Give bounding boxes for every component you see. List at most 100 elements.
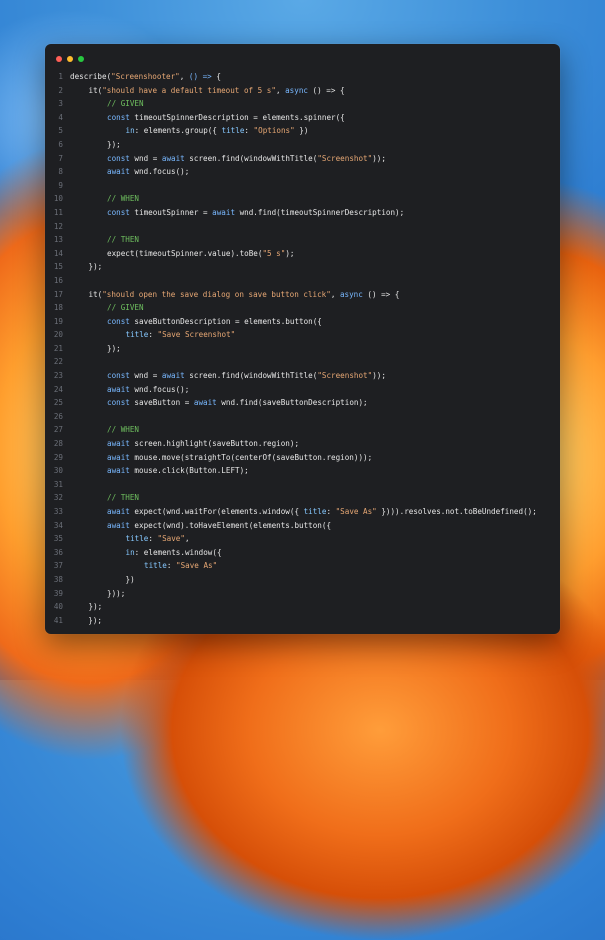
code-token: // WHEN (107, 194, 140, 204)
code-token: : (244, 126, 254, 136)
title-bar (45, 44, 560, 72)
code-token: await (107, 384, 130, 394)
code-token: it( (88, 289, 103, 299)
line-source: await expect(wnd).toHaveElement(elements… (107, 519, 331, 533)
line-number: 1 (58, 72, 63, 81)
line-source: await wnd.focus(); (107, 165, 189, 179)
line-number: 30 (53, 466, 63, 476)
code-line: 28 await screen.highlight(saveButton.regi… (45, 437, 560, 451)
code-token: wnd = (129, 153, 162, 163)
code-token: }); (70, 615, 103, 625)
code-line: 37 title: "Save As" (45, 559, 560, 573)
code-token: await (212, 207, 236, 217)
code-line: 15}); (45, 260, 560, 274)
line-source: // GIVEN (107, 97, 144, 111)
code-token: "Save As" (335, 507, 377, 516)
code-token: screen.find(windowWithTitle( (184, 371, 318, 381)
line-number: 18 (53, 303, 63, 313)
code-token: }))).resolves.not.toBeUndefined(); (376, 507, 537, 516)
code-line: 40}); (45, 600, 560, 614)
code-line: 14 expect(timeoutSpinner.value).toBe("5 s… (45, 247, 560, 261)
line-number: 9 (58, 180, 63, 190)
code-token: : (148, 534, 158, 544)
code-token: wnd.focus(); (129, 384, 190, 394)
code-line: 5 in: elements.group({ title: "Options" }… (45, 124, 560, 138)
code-token: await (107, 520, 130, 530)
code-token: const (107, 371, 130, 381)
code-line: 29 await mouse.move(straightTo(centerOf(s… (45, 451, 560, 465)
code-token: await (107, 167, 130, 177)
code-token: }); (107, 139, 121, 149)
code-token: await (161, 371, 185, 381)
line-source: }); (89, 600, 103, 614)
code-token: "Save Screenshot" (157, 330, 236, 340)
line-number: 37 (53, 561, 63, 571)
line-source: await screen.highlight(saveButton.region… (107, 437, 299, 451)
code-line: 23 const wnd = await screen.find(windowWi… (45, 369, 560, 383)
line-number: 31 (53, 479, 63, 489)
line-source: title: "Save Screenshot" (126, 328, 236, 342)
line-number: 8 (58, 167, 63, 177)
line-number: 24 (53, 384, 63, 394)
line-source: })); (107, 587, 125, 601)
minimize-button[interactable] (67, 56, 73, 62)
code-token: "should have a default timeout of 5 s" (102, 85, 276, 95)
code-token: wnd = (129, 371, 162, 381)
line-number: 17 (53, 289, 63, 299)
code-block: 1 describe("Screenshooter", () => { 2 it( "s… (45, 70, 560, 627)
code-token: }) (125, 574, 135, 584)
code-token: }); (107, 343, 121, 353)
code-line: 18 // GIVEN (45, 301, 560, 315)
code-line: 27 // WHEN (45, 423, 560, 437)
code-token: )); (372, 153, 386, 163)
code-token: await (107, 452, 130, 462)
zoom-button[interactable] (78, 56, 84, 62)
line-source: const timeoutSpinner = await wnd.find(ti… (107, 206, 404, 220)
code-token: expect(timeoutSpinner.value).toBe( (107, 248, 263, 258)
line-number: 26 (53, 411, 63, 421)
code-token: title (221, 126, 245, 136)
code-line: 25 const saveButton = await wnd.find(save… (45, 396, 560, 410)
code-token: expect(wnd).toHaveElement(elements.butto… (129, 520, 332, 530)
code-token: expect(wnd.waitFor(elements.window({ (129, 507, 304, 516)
line-number: 39 (53, 588, 63, 598)
code-token: "5 s" (262, 248, 286, 258)
line-source: describe("Screenshooter", () => { (70, 70, 221, 84)
code-token: in (125, 547, 135, 557)
line-number: 25 (53, 398, 63, 408)
code-token: : (166, 561, 177, 571)
code-token: , (330, 289, 340, 299)
code-token: screen.find(windowWithTitle( (184, 153, 318, 163)
code-line: 4 const timeoutSpinnerDescription = eleme… (45, 111, 560, 125)
line-source: await expect(wnd.waitFor(elements.window… (107, 505, 537, 519)
code-token: screen.highlight(saveButton.region); (129, 439, 300, 449)
line-source: const wnd = await screen.find(windowWith… (107, 369, 386, 383)
line-number: 6 (58, 139, 63, 149)
line-number: 11 (53, 207, 63, 217)
code-line: 26 (45, 410, 560, 424)
code-token: // WHEN (107, 425, 140, 435)
line-number: 28 (53, 439, 63, 449)
line-source: const timeoutSpinnerDescription = elemen… (107, 111, 345, 125)
close-button[interactable] (56, 56, 62, 62)
line-source: }); (107, 138, 121, 152)
code-token: saveButtonDescription = elements.button(… (129, 316, 322, 326)
code-line: 39})); (45, 587, 560, 601)
code-token: await (107, 507, 130, 516)
code-token: "Screenshot" (317, 371, 373, 381)
code-token: mouse.click(Button.LEFT); (129, 466, 249, 476)
line-number: 14 (53, 248, 63, 258)
line-source: // WHEN (107, 192, 139, 206)
code-token: : elements.group({ (134, 126, 222, 136)
code-line: 31 (45, 478, 560, 492)
line-source: // WHEN (107, 423, 139, 437)
code-token: async (339, 289, 363, 299)
line-number: 29 (53, 452, 63, 462)
code-token: await (193, 398, 217, 408)
code-token: timeoutSpinnerDescription = elements.spi… (129, 112, 345, 122)
line-source: await mouse.click(Button.LEFT); (107, 464, 249, 478)
code-line: 7 const wnd = await screen.find(windowWit… (45, 152, 560, 166)
code-token: "Save As" (176, 561, 218, 571)
line-number: 2 (58, 85, 63, 95)
code-token: // GIVEN (107, 303, 144, 313)
